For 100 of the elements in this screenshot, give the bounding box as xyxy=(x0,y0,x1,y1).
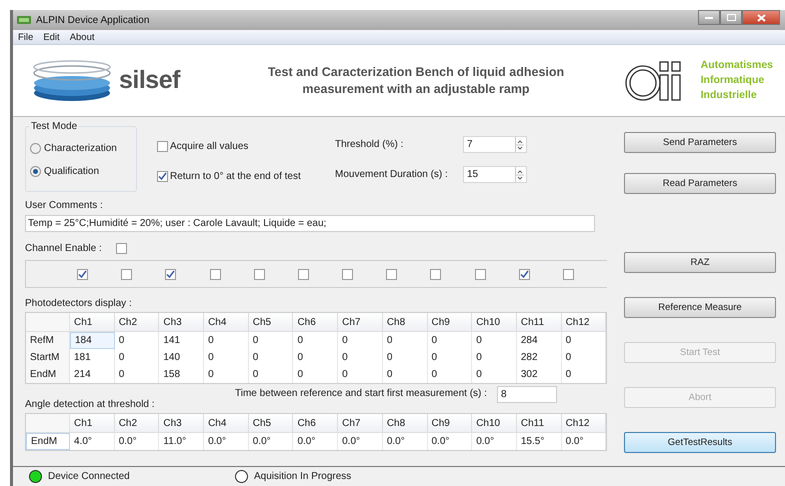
table-cell: 0.0° xyxy=(382,433,428,450)
checkbox[interactable] xyxy=(116,242,127,254)
table-cell: 181 xyxy=(70,349,115,366)
column-header[interactable]: Ch3 xyxy=(159,414,204,432)
table-cell: 0 xyxy=(382,366,428,383)
parameter-label: Mouvement Duration (s) : xyxy=(335,168,449,180)
company-name-line: Informatique xyxy=(700,73,766,88)
channel-checkbox[interactable] xyxy=(77,268,88,280)
table-cell: 284 xyxy=(516,332,562,349)
column-header[interactable]: Ch9 xyxy=(428,414,472,432)
table-cell: 0 xyxy=(428,332,472,349)
column-header[interactable]: Ch7 xyxy=(338,414,383,432)
radio-button[interactable] xyxy=(30,143,41,154)
column-header[interactable]: Ch2 xyxy=(114,414,160,432)
channel-checkbox[interactable] xyxy=(121,268,132,280)
column-header[interactable]: Ch8 xyxy=(382,313,428,331)
option-label[interactable]: Acquire all values xyxy=(170,140,248,152)
column-header[interactable]: Ch12 xyxy=(562,313,606,331)
table-cell: 0 xyxy=(293,349,338,366)
logo-text: silsef xyxy=(119,66,180,95)
channel-checkbox[interactable] xyxy=(430,268,442,280)
table-cell: 0 xyxy=(204,366,249,383)
app-icon xyxy=(17,15,31,25)
channel-checkbox[interactable] xyxy=(474,268,486,280)
column-header[interactable]: Ch7 xyxy=(338,313,383,331)
option-label[interactable]: Qualification xyxy=(44,166,100,177)
column-header[interactable]: Ch8 xyxy=(382,414,428,432)
table-cell: 0 xyxy=(562,332,606,349)
column-header[interactable]: Ch5 xyxy=(248,313,294,331)
action-button[interactable]: GetTestResults xyxy=(624,432,776,453)
checkbox[interactable] xyxy=(157,140,168,152)
channel-checkbox[interactable] xyxy=(386,268,398,280)
radio-button[interactable] xyxy=(30,166,41,177)
maximize-button[interactable] xyxy=(720,10,742,25)
table-cell: 0.0° xyxy=(472,433,517,450)
comments-field[interactable]: Temp = 25°C;Humidité = 20%; user : Carole Lavault; Liquide = eau; xyxy=(25,215,595,232)
window-title: ALPIN Device Application xyxy=(36,14,150,26)
channel-checkbox[interactable] xyxy=(562,268,574,280)
row-header[interactable]: StartM xyxy=(26,349,70,366)
table-cell: 0 xyxy=(114,366,160,383)
column-header[interactable]: Ch6 xyxy=(293,313,338,331)
table-cell: 0 xyxy=(338,366,383,383)
row-header[interactable]: EndM xyxy=(26,366,70,383)
action-button[interactable]: Send Parameters xyxy=(624,132,776,153)
table-cell: 0.0° xyxy=(338,433,383,450)
column-header[interactable]: Ch11 xyxy=(516,313,562,331)
channel-checkbox[interactable] xyxy=(254,268,265,280)
channel-checkbox[interactable] xyxy=(298,268,309,280)
column-header[interactable]: Ch2 xyxy=(114,313,160,331)
option-label[interactable]: Return to 0° at the end of test xyxy=(170,170,301,182)
channel-checkbox[interactable] xyxy=(165,268,176,280)
minimize-icon xyxy=(705,16,713,19)
table-cell: 140 xyxy=(159,349,204,366)
row-header[interactable]: RefM xyxy=(26,332,70,349)
table-cell: 0 xyxy=(293,366,338,383)
column-header[interactable]: Ch4 xyxy=(204,313,249,331)
column-header[interactable]: Ch11 xyxy=(516,414,562,432)
column-header[interactable]: Ch4 xyxy=(204,414,249,432)
channel-checkbox[interactable] xyxy=(518,268,530,280)
table-cell: 0 xyxy=(204,349,249,366)
action-button[interactable]: RAZ xyxy=(624,252,776,273)
column-header[interactable]: Ch9 xyxy=(428,313,472,331)
close-icon xyxy=(756,14,766,22)
number-spinner[interactable]: 15 xyxy=(463,166,527,182)
company-name-line: Automatismes xyxy=(700,58,773,73)
table-cell: 15.5° xyxy=(516,433,562,450)
column-header[interactable]: Ch10 xyxy=(472,313,517,331)
field-label: Channel Enable : xyxy=(25,242,102,254)
table-cell: 184 xyxy=(70,332,115,349)
channel-checkbox[interactable] xyxy=(342,268,354,280)
action-button[interactable]: Read Parameters xyxy=(624,173,776,194)
table-cell: 0 xyxy=(248,366,294,383)
table-cell: 0 xyxy=(428,349,472,366)
option-label[interactable]: Characterization xyxy=(44,143,117,154)
number-spinner[interactable]: 7 xyxy=(463,136,527,152)
field-label: User Comments : xyxy=(25,200,104,213)
table-cell: 141 xyxy=(159,332,204,349)
action-button[interactable]: Reference Measure xyxy=(624,297,776,318)
close-button[interactable] xyxy=(742,10,780,25)
row-header[interactable]: EndM xyxy=(26,433,70,450)
table-cell: 0.0° xyxy=(248,433,294,450)
channel-checkbox[interactable] xyxy=(210,268,221,280)
table-cell: 0 xyxy=(382,349,428,366)
menu-item[interactable]: Edit xyxy=(43,32,60,42)
minimize-button[interactable] xyxy=(698,10,720,25)
column-header[interactable]: Ch10 xyxy=(472,414,517,432)
checkbox[interactable] xyxy=(157,170,168,182)
maximize-icon xyxy=(726,14,736,21)
column-header[interactable]: Ch5 xyxy=(248,414,294,432)
column-header[interactable]: Ch3 xyxy=(159,313,204,331)
column-header[interactable]: Ch6 xyxy=(293,414,338,432)
time-field[interactable]: 8 xyxy=(496,386,557,403)
column-header[interactable]: Ch1 xyxy=(70,313,115,331)
discs-logo-icon xyxy=(31,58,113,102)
menu-item[interactable]: About xyxy=(70,32,95,42)
table-cell: 0.0° xyxy=(562,433,606,450)
menu-item[interactable]: File xyxy=(18,32,34,42)
column-header[interactable]: Ch12 xyxy=(562,414,606,432)
table-cell: 0 xyxy=(472,349,517,366)
column-header[interactable]: Ch1 xyxy=(70,414,115,432)
